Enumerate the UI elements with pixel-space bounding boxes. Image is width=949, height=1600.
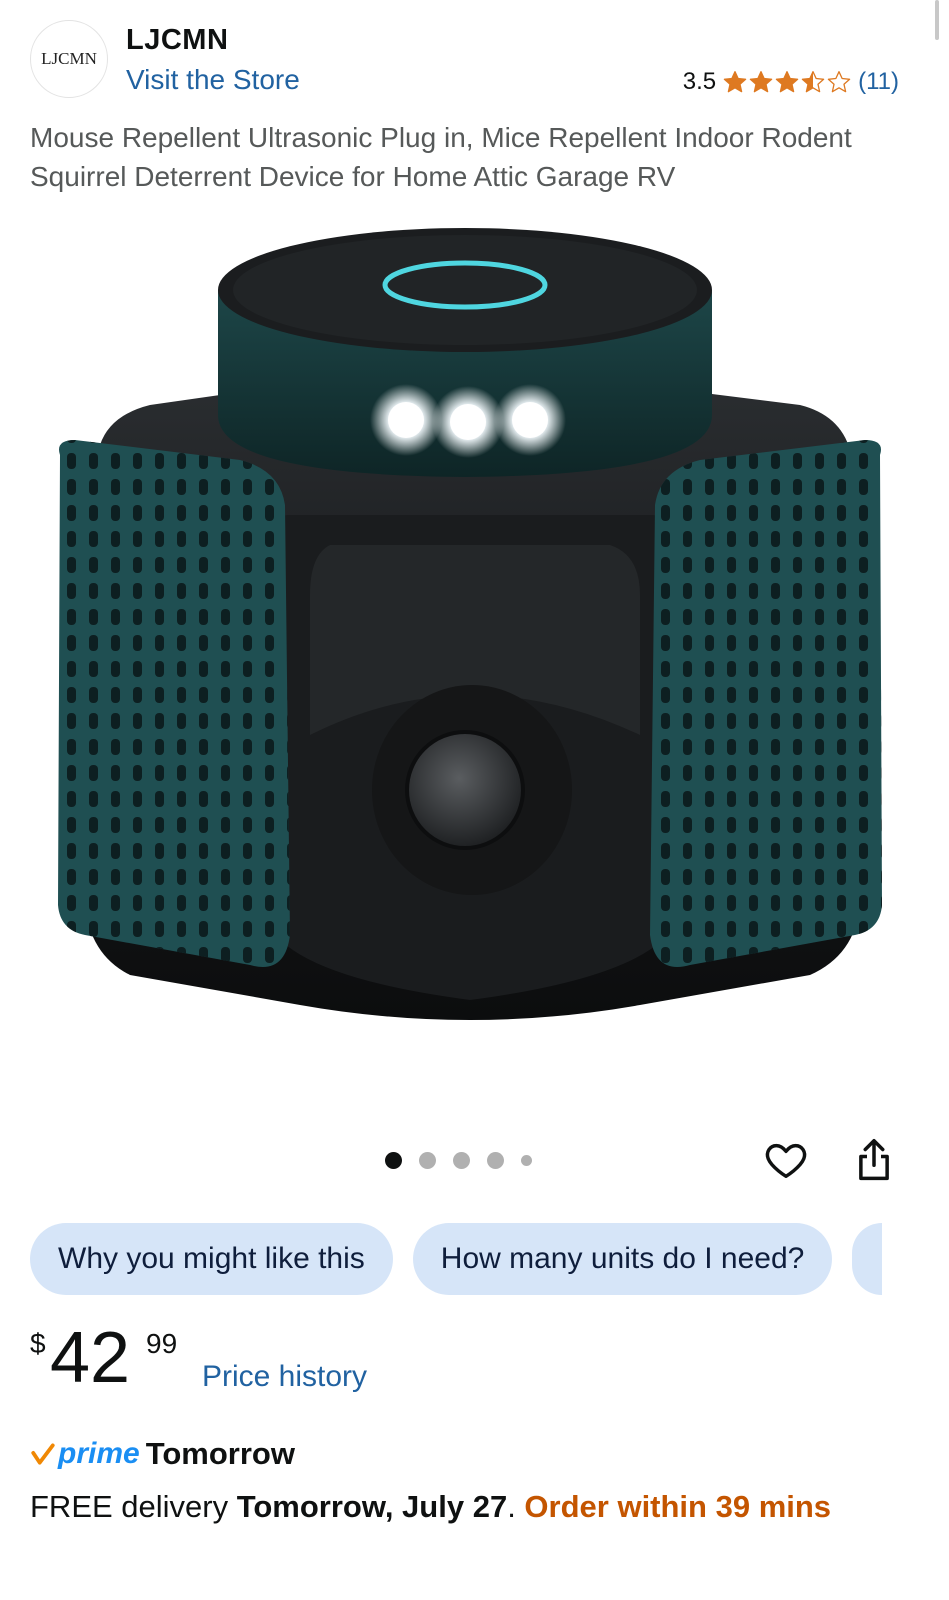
carousel-dot[interactable] — [385, 1152, 402, 1169]
heart-outline-icon — [765, 1143, 807, 1179]
star-full-icon — [749, 71, 773, 93]
delivery-separator: . — [507, 1489, 525, 1524]
chip-why-you-might-like-this[interactable]: Why you might like this — [30, 1223, 393, 1295]
carousel-dot[interactable] — [453, 1152, 470, 1169]
chip-how-many-units[interactable]: How many units do I need? — [412, 1223, 833, 1295]
prime-delivery-day: Tomorrow — [145, 1436, 295, 1471]
prime-logo-text: prime — [58, 1437, 140, 1470]
question-chips: Why you might like this How many units d… — [30, 1223, 883, 1295]
rating-value: 3.5 — [682, 68, 717, 95]
store-header: LJCMN LJCMN Visit the Store 3.5 (11) — [30, 20, 899, 100]
carousel-dot[interactable] — [487, 1152, 504, 1169]
price-history-link[interactable]: Price history — [202, 1360, 367, 1394]
product-title: Mouse Repellent Ultrasonic Plug in, Mice… — [30, 122, 852, 192]
carousel-dot[interactable] — [419, 1152, 436, 1169]
prime-badge-row: prime Tomorrow — [30, 1434, 295, 1474]
store-logo[interactable]: LJCMN — [30, 20, 108, 98]
star-rating — [722, 69, 852, 95]
order-cutoff: Order within 39 mins — [524, 1489, 832, 1524]
star-empty-icon — [827, 71, 851, 93]
share-button[interactable] — [848, 1134, 900, 1186]
scroll-indicator[interactable] — [935, 0, 939, 40]
star-full-icon — [723, 71, 747, 93]
star-full-icon — [775, 71, 799, 93]
rating-count[interactable]: (11) — [858, 68, 899, 96]
price-symbol: $ — [30, 1328, 46, 1359]
share-icon — [859, 1139, 889, 1181]
prime-check-icon — [31, 1443, 55, 1465]
add-to-list-button[interactable] — [760, 1134, 812, 1186]
carousel-dot[interactable] — [521, 1155, 532, 1166]
price-whole: 42 — [50, 1318, 131, 1398]
image-carousel-dots[interactable] — [385, 1152, 532, 1169]
delivery-prefix: FREE delivery — [30, 1489, 237, 1524]
brand-name: LJCMN — [126, 24, 229, 56]
rating-summary[interactable]: 3.5 (11) — [683, 68, 899, 96]
price-fraction: 99 — [146, 1328, 178, 1359]
star-half-icon — [801, 71, 825, 93]
visit-store-link[interactable]: Visit the Store — [126, 64, 300, 96]
product-image[interactable] — [40, 215, 900, 1075]
chip-more[interactable] — [852, 1223, 883, 1295]
delivery-date: Tomorrow, July 27 — [236, 1489, 508, 1524]
delivery-message: FREE delivery Tomorrow, July 27. Order w… — [30, 1486, 910, 1528]
